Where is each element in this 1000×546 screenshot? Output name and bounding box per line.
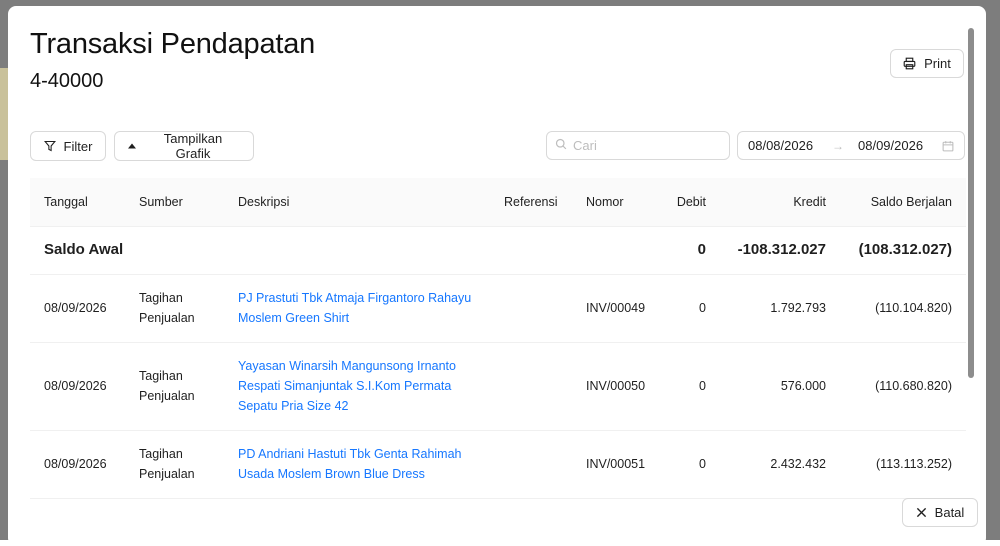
- cell-deskripsi: PJ Prastuti Tbk Atmaja Firgantoro Rahayu…: [224, 274, 490, 343]
- opening-debit: 0: [658, 226, 720, 275]
- print-label: Print: [924, 56, 951, 71]
- opening-balance-row: Saldo Awal 0 -108.312.027 (108.312.027): [30, 226, 966, 275]
- table-row: 08/09/2026 Tagihan Penjualan PD Andriani…: [30, 430, 966, 499]
- col-debit[interactable]: Debit: [658, 178, 720, 227]
- close-icon: [916, 507, 927, 518]
- date-range-picker[interactable]: 08/08/2026 → 08/09/2026: [737, 131, 965, 160]
- opening-kredit: -108.312.027: [720, 226, 840, 275]
- cell-debit: 0: [658, 274, 720, 343]
- transaction-modal: Transaksi Pendapatan 4-40000 Print Filte…: [8, 6, 986, 546]
- description-line: PJ Prastuti Tbk Atmaja Firgantoro Rahayu: [238, 291, 472, 305]
- description-line: Respati Simanjuntak S.I.Kom Permata: [238, 379, 452, 393]
- filter-button[interactable]: Filter: [30, 131, 106, 161]
- cell-deskripsi: PD Andriani Hastuti Tbk Genta Rahimah Us…: [224, 430, 490, 499]
- cell-tanggal: 08/09/2026: [30, 342, 125, 431]
- cell-tanggal: 08/09/2026: [30, 274, 125, 343]
- cell-referensi: [490, 274, 572, 343]
- description-link[interactable]: PD Andriani Hastuti Tbk Genta Rahimah Us…: [238, 444, 476, 484]
- cancel-button[interactable]: Batal: [902, 498, 978, 527]
- cancel-label: Batal: [934, 505, 965, 520]
- cell-debit: 0: [658, 342, 720, 431]
- cell-sumber-line: Penjualan: [139, 389, 195, 403]
- cell-referensi: [490, 342, 572, 431]
- scrollbar-thumb[interactable]: [968, 28, 974, 378]
- cell-kredit: 1.792.793: [720, 274, 840, 343]
- cell-saldo: (113.113.252): [840, 430, 966, 499]
- col-nomor[interactable]: Nomor: [572, 178, 658, 227]
- date-to[interactable]: 08/09/2026: [858, 138, 942, 153]
- cell-kredit: 576.000: [720, 342, 840, 431]
- cell-sumber-line: Penjualan: [139, 467, 195, 481]
- calendar-icon: [942, 140, 954, 152]
- cell-nomor: INV/00050: [572, 342, 658, 431]
- cell-saldo: (110.104.820): [840, 274, 966, 343]
- cell-sumber: Tagihan Penjualan: [125, 430, 224, 499]
- cell-kredit: 2.432.432: [720, 430, 840, 499]
- table-header: Tanggal Sumber Deskripsi Referensi Nomor…: [30, 178, 966, 227]
- cell-sumber: Tagihan Penjualan: [125, 342, 224, 431]
- modal-title: Transaksi Pendapatan: [30, 28, 316, 60]
- cell-debit: 0: [658, 430, 720, 499]
- opening-balance-label: Saldo Awal: [30, 226, 658, 275]
- cell-sumber-line: Tagihan: [139, 291, 183, 305]
- description-line: Yayasan Winarsih Mangunsong Irnanto: [238, 359, 456, 373]
- col-referensi[interactable]: Referensi: [490, 178, 572, 227]
- cell-sumber-line: Penjualan: [139, 311, 195, 325]
- description-link[interactable]: PJ Prastuti Tbk Atmaja Firgantoro Rahayu…: [238, 288, 476, 328]
- table-row: 08/09/2026 Tagihan Penjualan PJ Prastuti…: [30, 274, 966, 343]
- description-line: Moslem Green Shirt: [238, 311, 350, 325]
- account-code: 4-40000: [30, 70, 104, 92]
- filter-label: Filter: [63, 138, 93, 154]
- arrow-right-icon: →: [832, 138, 844, 153]
- table-row: 08/09/2026 Tagihan Penjualan Yayasan Win…: [30, 342, 966, 431]
- filter-icon: [43, 140, 56, 152]
- date-from[interactable]: 08/08/2026: [748, 138, 832, 153]
- opening-saldo: (108.312.027): [840, 226, 966, 275]
- description-link[interactable]: Yayasan Winarsih Mangunsong Irnanto Resp…: [238, 356, 476, 416]
- cell-sumber-line: Tagihan: [139, 447, 183, 461]
- cell-sumber-line: Tagihan: [139, 369, 183, 383]
- col-kredit[interactable]: Kredit: [720, 178, 840, 227]
- show-chart-label: Tampilkan Grafik: [163, 131, 223, 161]
- cell-sumber: Tagihan Penjualan: [125, 274, 224, 343]
- cell-tanggal: 08/09/2026: [30, 430, 125, 499]
- search-box: [546, 131, 730, 160]
- cell-saldo: (110.680.820): [840, 342, 966, 431]
- caret-up-icon: [127, 141, 137, 151]
- cell-nomor: INV/00049: [572, 274, 658, 343]
- printer-icon: [903, 57, 916, 70]
- description-line: PD Andriani Hastuti Tbk Genta Rahimah: [238, 447, 462, 461]
- cell-referensi: [490, 430, 572, 499]
- show-chart-button[interactable]: Tampilkan Grafik: [114, 131, 254, 161]
- description-line: Usada Moslem Brown Blue Dress: [238, 467, 425, 481]
- cell-deskripsi: Yayasan Winarsih Mangunsong Irnanto Resp…: [224, 342, 490, 431]
- search-input[interactable]: [573, 138, 723, 153]
- col-saldo-berjalan[interactable]: Saldo Berjalan: [840, 178, 966, 227]
- description-line: Sepatu Pria Size 42: [238, 399, 349, 413]
- col-deskripsi[interactable]: Deskripsi: [224, 178, 490, 227]
- print-button[interactable]: Print: [890, 49, 964, 78]
- transactions-table: Tanggal Sumber Deskripsi Referensi Nomor…: [30, 178, 966, 499]
- col-sumber[interactable]: Sumber: [125, 178, 224, 227]
- search-icon: [555, 137, 567, 155]
- col-tanggal[interactable]: Tanggal: [30, 178, 125, 227]
- cell-nomor: INV/00051: [572, 430, 658, 499]
